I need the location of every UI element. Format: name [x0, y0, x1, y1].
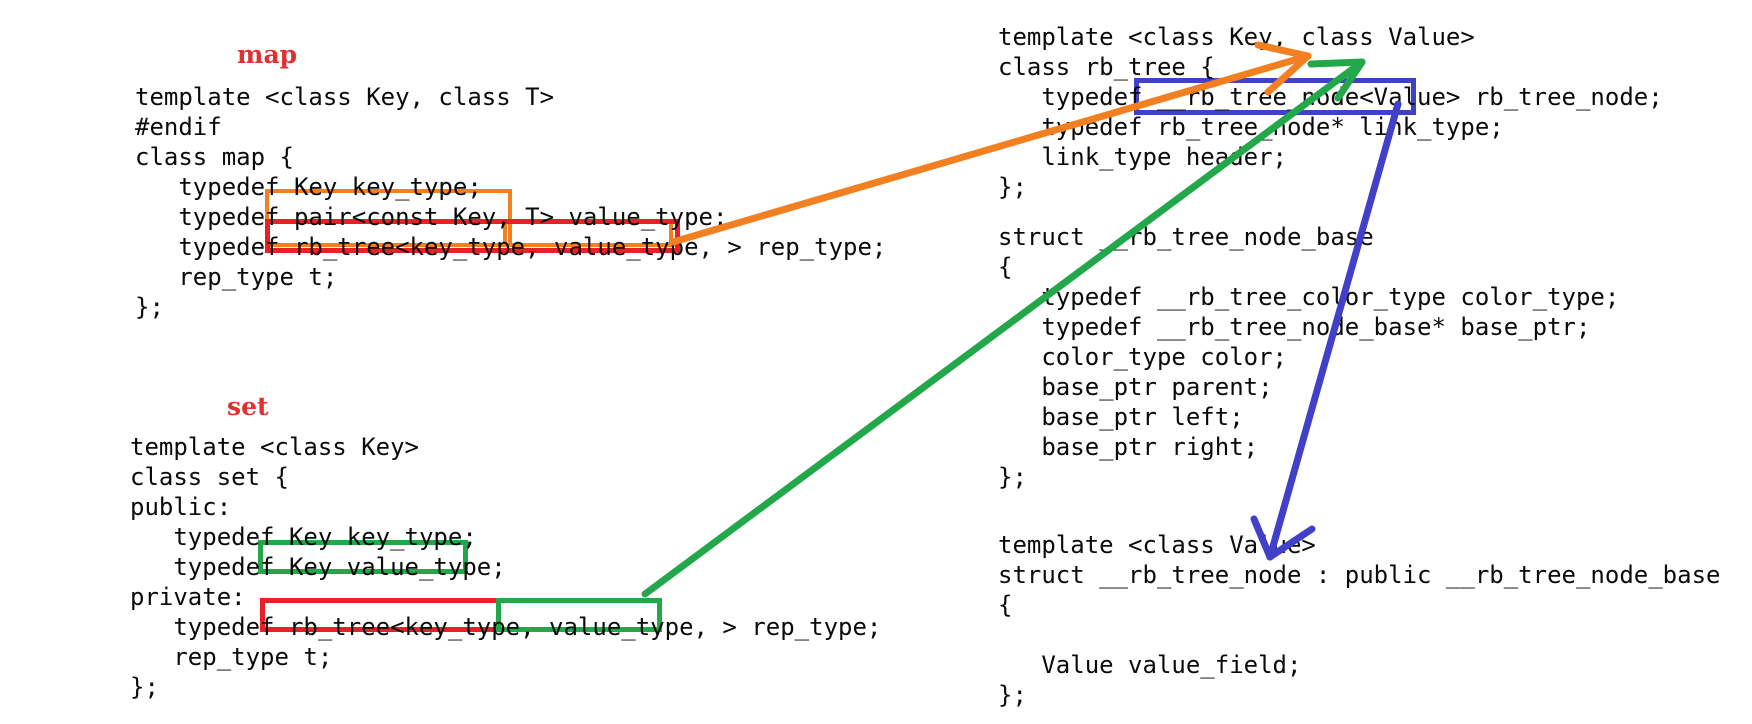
set-code-line-7: typedef rb_tree<key_type, value_type, > …: [130, 613, 882, 641]
nodebase-code-line-4: typedef __rb_tree_node_base* base_ptr;: [998, 313, 1591, 341]
nodebase-code-line-6: base_ptr parent;: [998, 373, 1273, 401]
set-code-line-3: public:: [130, 493, 232, 521]
rbtree-code-line-6: };: [998, 173, 1027, 201]
map-code-line-3: class map {: [135, 143, 294, 171]
map-code-line-4: typedef Key key_type;: [135, 173, 482, 201]
set-code-line-4: typedef Key key_type;: [130, 523, 477, 551]
rbtree-code-line-2: class rb_tree {: [998, 53, 1215, 81]
map-code-line-1: template <class Key, class T>: [135, 83, 555, 111]
map-code-line-5: typedef pair<const Key, T> value_type;: [135, 203, 728, 231]
diagram-canvas: map template <class Key, class T> #endif…: [0, 0, 1752, 724]
nodebase-code-line-3: typedef __rb_tree_color_type color_type;: [998, 283, 1620, 311]
nodebase-code-line-5: color_type color;: [998, 343, 1287, 371]
set-code-line-2: class set {: [130, 463, 289, 491]
rbtree-code-line-1: template <class Key, class Value>: [998, 23, 1475, 51]
nodebase-code-line-7: base_ptr left;: [998, 403, 1244, 431]
set-code-line-5: typedef Key value_type;: [130, 553, 506, 581]
node-code-line-1: template <class Value>: [998, 531, 1316, 559]
node-code-line-6: };: [998, 681, 1027, 709]
nodebase-code-line-2: {: [998, 253, 1013, 281]
section-title-map: map: [237, 40, 298, 69]
map-code-line-8: };: [135, 293, 164, 321]
set-code-line-9: };: [130, 673, 159, 701]
rbtree-code-line-4: typedef rb_tree_node* link_type;: [998, 113, 1504, 141]
map-code-line-2: #endif: [135, 113, 222, 141]
rbtree-code-line-5: link_type header;: [998, 143, 1287, 171]
node-code-line-5: Value value_field;: [998, 651, 1302, 679]
map-code-line-7: rep_type t;: [135, 263, 338, 291]
nodebase-code-line-9: };: [998, 463, 1027, 491]
nodebase-code-line-8: base_ptr right;: [998, 433, 1259, 461]
section-title-set: set: [227, 392, 269, 421]
rbtree-code-line-3: typedef __rb_tree_node<Value> rb_tree_no…: [998, 83, 1663, 111]
set-code-line-8: rep_type t;: [130, 643, 333, 671]
set-code-line-6: private:: [130, 583, 246, 611]
set-code-line-1: template <class Key>: [130, 433, 419, 461]
nodebase-code-line-1: struct __rb_tree_node_base: [998, 223, 1374, 251]
node-code-line-2: struct __rb_tree_node : public __rb_tree…: [998, 561, 1721, 589]
node-code-line-3: {: [998, 591, 1013, 619]
map-code-line-6: typedef rb_tree<key_type, value_type, > …: [135, 233, 887, 261]
